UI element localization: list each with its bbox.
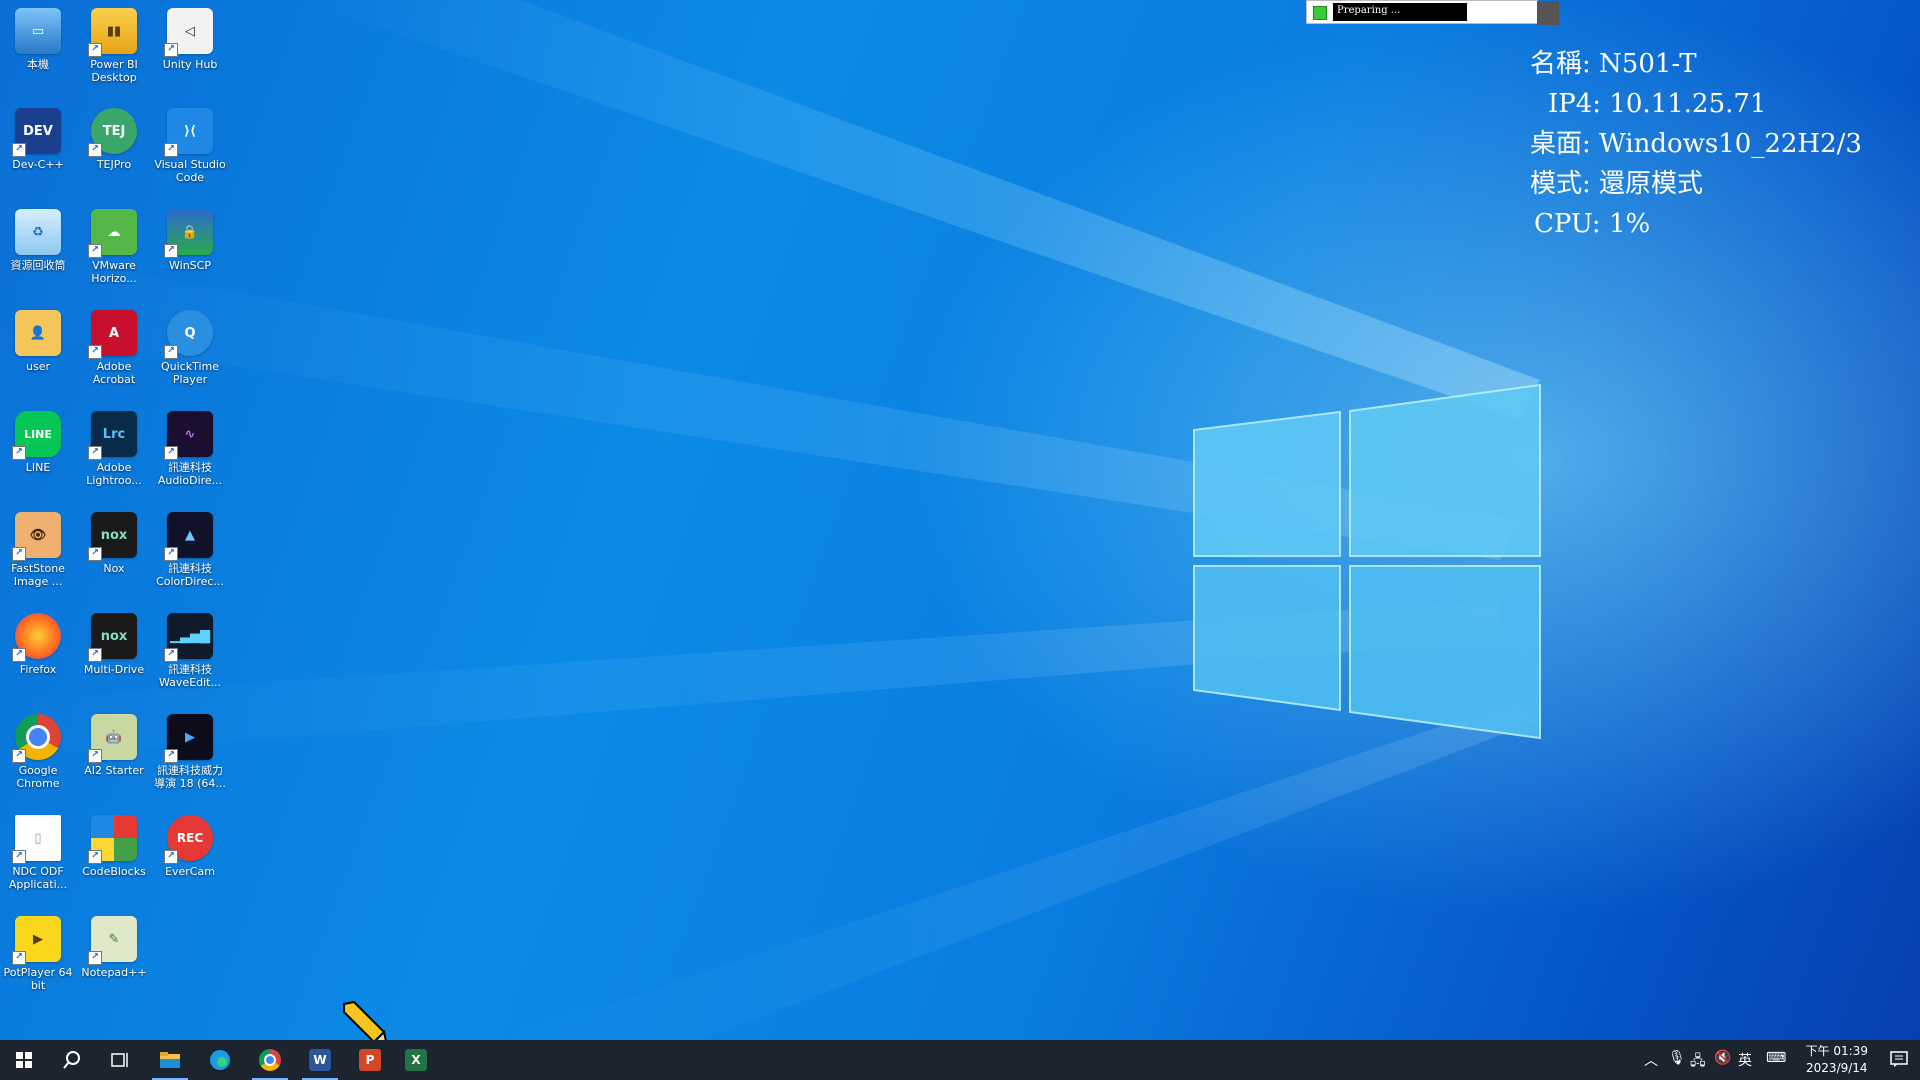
waveeditor-icon: ▁▃▅▇ ↗ <box>164 613 213 662</box>
info-ip-row: IP4: 10.11.25.71 <box>1548 89 1767 119</box>
desktop-icon-nox[interactable]: nox ↗ Nox <box>76 512 152 575</box>
desktop-icon-vmware[interactable]: ☁ ↗ VMware Horizo... <box>76 209 152 285</box>
windows-logo-wallpaper <box>1193 383 1541 740</box>
firefox-icon: ↗ <box>12 613 61 662</box>
desktop-icon-line[interactable]: LINE ↗ LINE <box>0 411 76 474</box>
folder-icon <box>160 1052 180 1068</box>
quicktime-icon: Q ↗ <box>164 310 213 359</box>
info-mode-row: 模式: 還原模式 <box>1530 169 1704 199</box>
desktop-icon-chrome[interactable]: ↗ Google Chrome <box>0 714 76 790</box>
taskbar: W P X ︿ 🎙 🖧 🔇 英 ⌨ 下午 01:39 2023/9/14 <box>0 1040 1920 1080</box>
desktop-icon-powerdirector[interactable]: ▶ ↗ 訊連科技威力導演 18 (64... <box>152 714 228 790</box>
lightroom-icon: Lrc ↗ <box>88 411 137 460</box>
preparing-progress-window: Preparing ... <box>1306 0 1559 25</box>
unity-icon: ◁ ↗ <box>164 8 213 57</box>
desktop-icon-devcpp[interactable]: DEV ↗ Dev-C++ <box>0 108 76 171</box>
desktop-icon-ndc-odf[interactable]: ▯ ↗ NDC ODF Applicati... <box>0 815 76 891</box>
evercam-icon: REC ↗ <box>164 815 213 864</box>
machine-info-overlay: 名稱: N501-T IP4: 10.11.25.71 桌面: Windows1… <box>1530 44 1862 244</box>
task-view-button[interactable] <box>96 1040 144 1080</box>
recycle-bin-icon: ♻ <box>15 209 61 255</box>
powerdirector-icon: ▶ ↗ <box>164 714 213 763</box>
edge-icon <box>210 1050 230 1070</box>
status-indicator-icon <box>1313 6 1327 20</box>
clock[interactable]: 下午 01:39 2023/9/14 <box>1806 1043 1868 1077</box>
search-button[interactable] <box>48 1040 96 1080</box>
tray-overflow-chevron-icon[interactable]: ︿ <box>1644 1050 1658 1070</box>
user-folder-icon: 👤 <box>15 310 61 356</box>
desktop-icon-this-pc[interactable]: ▭ 本機 <box>0 8 76 71</box>
info-name-row: 名稱: N501-T <box>1530 49 1697 79</box>
volume-muted-icon[interactable]: 🔇 <box>1714 1050 1731 1066</box>
ime-indicator[interactable]: 英 <box>1738 1050 1752 1070</box>
document-icon: ▯ ↗ <box>12 815 61 864</box>
desktop-icon-waveeditor[interactable]: ▁▃▅▇ ↗ 訊連科技 WaveEdit... <box>152 613 228 689</box>
ai2-icon: 🤖 ↗ <box>88 714 137 763</box>
network-icon[interactable]: 🖧 <box>1690 1050 1706 1074</box>
nox-icon: nox ↗ <box>88 512 137 561</box>
taskbar-edge[interactable] <box>196 1040 244 1080</box>
faststone-icon: 👁 ↗ <box>12 512 61 561</box>
desktop-icon-colordirector[interactable]: ▲ ↗ 訊連科技 ColorDirec... <box>152 512 228 588</box>
chrome-icon: ↗ <box>12 714 61 763</box>
desktop-icon-evercam[interactable]: REC ↗ EverCam <box>152 815 228 878</box>
excel-icon: X <box>405 1049 427 1071</box>
keyboard-layout-icon[interactable]: ⌨ <box>1766 1050 1786 1066</box>
desktop-icon-winscp[interactable]: 🔒 ↗ WinSCP <box>152 209 228 272</box>
notification-icon <box>1890 1051 1908 1067</box>
vscode-icon: ⟩⟨ ↗ <box>164 108 213 157</box>
desktop-icon-ai2-starter[interactable]: 🤖 ↗ AI2 Starter <box>76 714 152 777</box>
taskbar-chrome[interactable] <box>246 1040 294 1080</box>
preparing-window-edge <box>1537 1 1559 25</box>
multidrive-icon: nox ↗ <box>88 613 137 662</box>
desktop-icon-vscode[interactable]: ⟩⟨ ↗ Visual Studio Code <box>152 108 228 184</box>
acrobat-icon: A ↗ <box>88 310 137 359</box>
desktop-icon-audiodirector[interactable]: ∿ ↗ 訊連科技 AudioDire... <box>152 411 228 487</box>
taskbar-powerpoint[interactable]: P <box>346 1040 394 1080</box>
preparing-text: Preparing ... <box>1333 3 1467 21</box>
desktop-icon-tejpro[interactable]: TEJ ↗ TEJPro <box>76 108 152 171</box>
desktop-icon-powerbi[interactable]: ▮▮ ↗ Power BI Desktop <box>76 8 152 84</box>
audiodirector-icon: ∿ ↗ <box>164 411 213 460</box>
info-desktop-row: 桌面: Windows10_22H2/3 <box>1530 129 1862 159</box>
desktop-icon-faststone[interactable]: 👁 ↗ FastStone Image ... <box>0 512 76 588</box>
line-icon: LINE ↗ <box>12 411 61 460</box>
task-view-icon <box>111 1053 128 1067</box>
desktop-icon-recycle-bin[interactable]: ♻ 資源回收筒 <box>0 209 76 272</box>
chrome-icon <box>259 1049 281 1071</box>
search-icon <box>63 1051 80 1069</box>
desktop-icon-lightroom[interactable]: Lrc ↗ Adobe Lightroo... <box>76 411 152 487</box>
desktop-icon-potplayer[interactable]: ▶ ↗ PotPlayer 64 bit <box>0 916 76 992</box>
taskbar-excel[interactable]: X <box>392 1040 440 1080</box>
microphone-icon[interactable]: 🎙 <box>1668 1050 1686 1066</box>
word-icon: W <box>309 1049 331 1071</box>
clock-date: 2023/9/14 <box>1806 1061 1868 1075</box>
powerpoint-icon: P <box>359 1049 381 1071</box>
codeblocks-icon: ↗ <box>88 815 137 864</box>
winscp-icon: 🔒 ↗ <box>164 209 213 258</box>
desktop-icon-multidrive[interactable]: nox ↗ Multi-Drive <box>76 613 152 676</box>
colordirector-icon: ▲ ↗ <box>164 512 213 561</box>
vmware-icon: ☁ ↗ <box>88 209 137 258</box>
desktop-icon-unity-hub[interactable]: ◁ ↗ Unity Hub <box>152 8 228 71</box>
taskbar-word[interactable]: W <box>296 1040 344 1080</box>
notification-center-button[interactable] <box>1890 1050 1908 1072</box>
start-button[interactable] <box>0 1040 48 1080</box>
windows-start-icon <box>16 1052 32 1068</box>
potplayer-icon: ▶ ↗ <box>12 916 61 965</box>
desktop-icon-firefox[interactable]: ↗ Firefox <box>0 613 76 676</box>
desktop-icon-acrobat[interactable]: A ↗ Adobe Acrobat <box>76 310 152 386</box>
info-cpu-row: CPU: 1% <box>1534 209 1651 239</box>
desktop-icon-notepadpp[interactable]: ✎ ↗ Notepad++ <box>76 916 152 979</box>
devcpp-icon: DEV ↗ <box>12 108 61 157</box>
desktop-icon-user[interactable]: 👤 user <box>0 310 76 373</box>
powerbi-icon: ▮▮ ↗ <box>88 8 137 57</box>
clock-time: 下午 01:39 <box>1805 1044 1868 1058</box>
computer-icon: ▭ <box>15 8 61 54</box>
notepadpp-icon: ✎ ↗ <box>88 916 137 965</box>
taskbar-file-explorer[interactable] <box>146 1040 194 1080</box>
desktop-icon-codeblocks[interactable]: ↗ CodeBlocks <box>76 815 152 878</box>
tejpro-icon: TEJ ↗ <box>88 108 137 157</box>
desktop-icon-quicktime[interactable]: Q ↗ QuickTime Player <box>152 310 228 386</box>
